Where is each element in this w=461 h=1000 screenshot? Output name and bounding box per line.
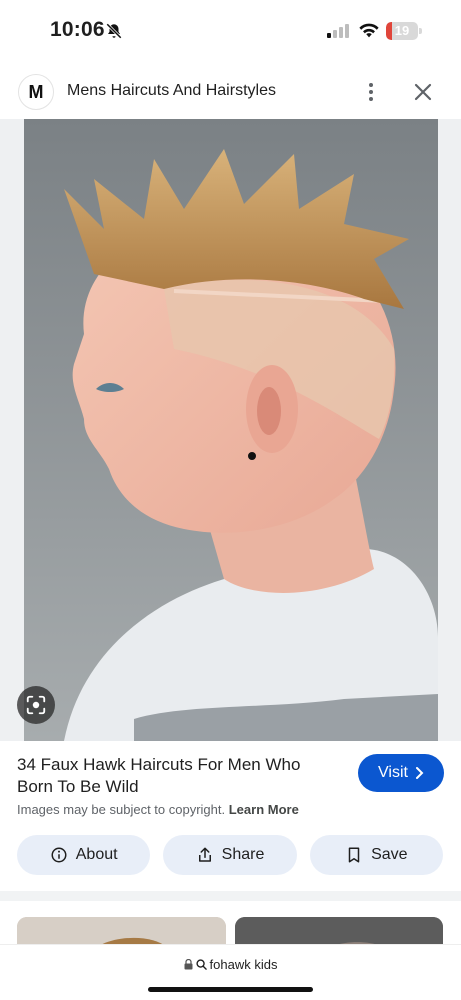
info-icon xyxy=(51,847,67,863)
search-query-bar[interactable]: fohawk kids xyxy=(0,957,461,972)
section-divider xyxy=(0,891,461,901)
bottom-bar: fohawk kids xyxy=(0,944,461,1000)
signal-icon xyxy=(327,24,349,38)
site-logo[interactable]: M xyxy=(18,74,54,110)
viewer-header: M Mens Haircuts And Hairstyles xyxy=(0,70,461,114)
about-label: About xyxy=(75,846,118,863)
status-bar: 10:06 19 xyxy=(0,0,461,62)
share-label: Share xyxy=(221,846,265,863)
main-image[interactable] xyxy=(24,119,438,741)
copyright-text: Images may be subject to copyright. xyxy=(17,802,226,817)
image-viewer xyxy=(0,119,461,741)
save-label: Save xyxy=(371,846,408,863)
save-button[interactable]: Save xyxy=(309,835,443,875)
share-icon xyxy=(198,847,211,862)
action-row: About Share Save xyxy=(17,835,443,875)
close-icon[interactable] xyxy=(409,78,437,106)
site-logo-letter: M xyxy=(28,81,44,102)
visit-button[interactable]: Visit xyxy=(358,754,444,792)
battery-icon: 19 xyxy=(386,22,422,40)
status-time: 10:06 xyxy=(50,18,105,41)
wifi-icon xyxy=(359,23,379,38)
search-icon xyxy=(195,959,207,970)
bell-off-icon xyxy=(106,23,122,39)
search-query: fohawk kids xyxy=(209,957,278,972)
battery-level: 19 xyxy=(394,23,410,38)
chevron-right-icon xyxy=(415,767,424,779)
copyright-notice: Images may be subject to copyright. Lear… xyxy=(17,802,299,817)
home-indicator[interactable] xyxy=(148,987,313,992)
visit-button-label: Visit xyxy=(378,764,408,781)
learn-more-link[interactable]: Learn More xyxy=(229,802,299,817)
bookmark-icon xyxy=(348,847,360,863)
more-options-icon[interactable] xyxy=(360,78,382,106)
about-button[interactable]: About xyxy=(17,835,151,875)
lock-icon xyxy=(184,959,193,970)
share-button[interactable]: Share xyxy=(163,835,297,875)
result-title[interactable]: 34 Faux Hawk Haircuts For Men Who Born T… xyxy=(17,754,337,798)
site-title[interactable]: Mens Haircuts And Hairstyles xyxy=(67,82,276,100)
lens-icon[interactable] xyxy=(17,686,55,724)
